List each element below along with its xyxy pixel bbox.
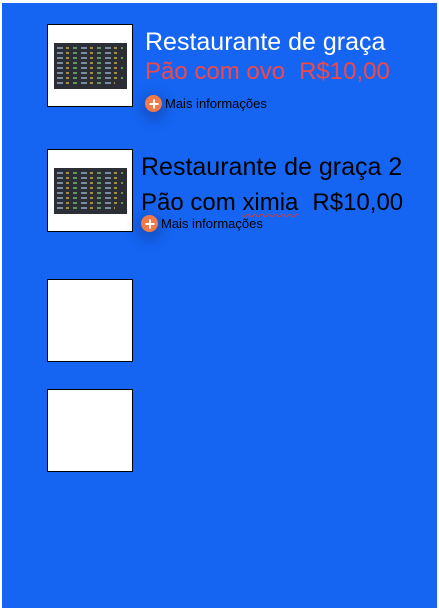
more-info-label: Mais informações [165,96,267,111]
thumbnail-image [54,168,127,214]
more-info-label: Mais informações [161,216,263,231]
product-name: Pão com ovo [145,58,286,85]
restaurant-thumbnail[interactable] [47,149,133,232]
product-price-line: Pão com ximia R$10,00 [141,189,403,217]
thumbnail-image [54,43,127,89]
empty-thumbnail[interactable] [47,279,133,362]
product-price: R$10,00 [312,189,404,216]
plus-circle-icon [145,95,162,112]
product-price-line: Pão com ovo R$10,00 [145,58,390,86]
product-name-prefix: Pão com [141,189,243,216]
product-name-misspelled: ximia [242,189,299,216]
restaurant-thumbnail[interactable] [47,24,133,107]
restaurant-list: Restaurante de graça Pão com ovo R$10,00 … [2,3,437,608]
more-info-button[interactable]: Mais informações [145,95,267,112]
empty-thumbnail[interactable] [47,389,133,472]
plus-circle-icon [141,215,158,232]
restaurant-title: Restaurante de graça [145,28,386,56]
restaurant-title: Restaurante de graça 2 [141,153,403,181]
more-info-button[interactable]: Mais informações [141,215,263,232]
product-name: Pão com ximia [141,189,298,216]
product-price: R$10,00 [299,58,390,85]
